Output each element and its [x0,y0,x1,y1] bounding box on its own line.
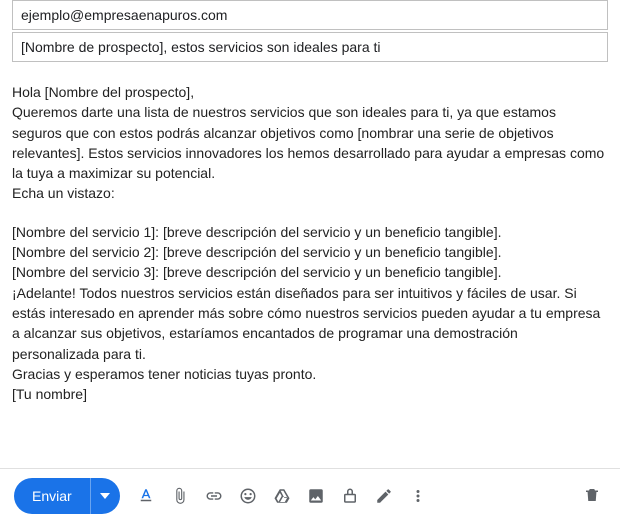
service-line: [Nombre del servicio 3]: [breve descripc… [12,262,608,282]
text-format-icon[interactable] [136,486,156,506]
trash-icon [583,486,601,504]
intro-paragraph: Queremos darte una lista de nuestros ser… [12,102,608,183]
emoji-icon[interactable] [238,486,258,506]
service-line: [Nombre del servicio 2]: [breve descripc… [12,242,608,262]
send-button-group: Enviar [14,478,120,514]
subject-field[interactable]: [Nombre de prospecto], estos servicios s… [12,32,608,62]
chevron-down-icon [100,493,110,499]
image-icon[interactable] [306,486,326,506]
more-icon[interactable] [408,486,428,506]
drive-icon[interactable] [272,486,292,506]
services-block: [Nombre del servicio 1]: [breve descripc… [12,222,608,283]
compose-header: ejemplo@empresaenapuros.com [Nombre de p… [0,0,620,66]
send-more-button[interactable] [90,478,120,514]
service-line: [Nombre del servicio 1]: [breve descripc… [12,222,608,242]
closing-line-2: [Tu nombre] [12,384,608,404]
link-icon[interactable] [204,486,224,506]
send-button[interactable]: Enviar [14,478,90,514]
compose-toolbar: Enviar [0,468,620,522]
cta-paragraph: ¡Adelante! Todos nuestros servicios está… [12,283,608,364]
discard-button[interactable] [582,485,602,505]
email-body[interactable]: Hola [Nombre del prospecto], Queremos da… [0,66,620,412]
formatting-icons [136,486,428,506]
greeting-line: Hola [Nombre del prospecto], [12,82,608,102]
confidential-icon[interactable] [340,486,360,506]
closing-line-1: Gracias y esperamos tener noticias tuyas… [12,364,608,384]
look-line: Echa un vistazo: [12,183,608,203]
to-field[interactable]: ejemplo@empresaenapuros.com [12,0,608,30]
attach-icon[interactable] [170,486,190,506]
signature-icon[interactable] [374,486,394,506]
